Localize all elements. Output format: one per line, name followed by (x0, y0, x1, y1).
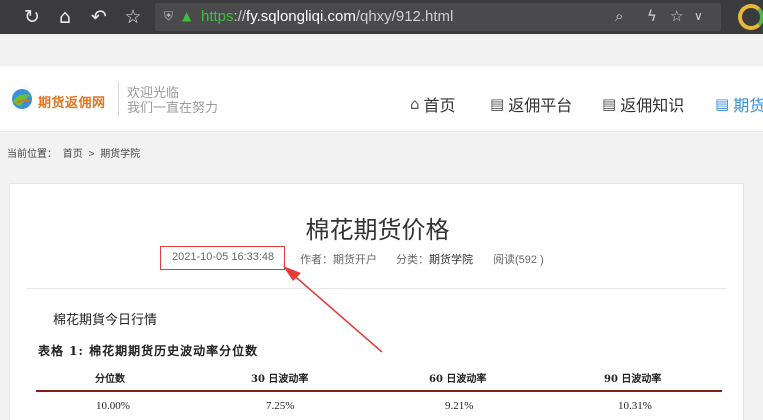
table-caption: 表格 1: 棉花期期货历史波动率分位数 (38, 344, 259, 358)
table-header-quantile: 分位数 (95, 374, 125, 385)
table-header-90d: 90 日波动率 (604, 374, 662, 385)
favorite-star-icon[interactable]: ☆ (670, 7, 683, 25)
book-icon: ▤ (602, 95, 617, 113)
book-icon: ▤ (715, 95, 730, 113)
logo-icon[interactable] (11, 88, 33, 110)
article-title: 棉花期货价格 (305, 217, 450, 244)
table-cell: 9.21% (445, 400, 474, 412)
url-separator: :// (233, 8, 247, 25)
author-label: 作者： (300, 254, 333, 266)
breadcrumb-separator: > (88, 149, 95, 160)
nav-item-futures[interactable]: ▤ 期货 (715, 92, 763, 116)
page-top-spacer (0, 34, 763, 66)
breadcrumb-home-link[interactable]: 首页 (63, 149, 83, 160)
table-cell: 10.00% (96, 400, 130, 412)
url-text[interactable]: https://fy.sqlongliqi.com/qhxy/912.html (201, 8, 453, 25)
nav-item-label: 返佣平台 (508, 98, 573, 115)
article-views: 阅读(592 ) (493, 254, 544, 266)
home-icon: ⌂ (410, 95, 420, 113)
author-value: 期货开户 (333, 254, 377, 266)
breadcrumb: 当前位置： 首页 > 期货学院 (7, 145, 143, 160)
reload-icon[interactable]: ↻ (20, 5, 44, 29)
nav-item-home[interactable]: ⌂ 首页 (410, 92, 456, 116)
slogan-line-2: 我们一直在努力 (127, 100, 219, 115)
table-header-rule (36, 390, 722, 392)
extension-icon[interactable] (738, 4, 763, 30)
lightning-icon[interactable]: ϟ (647, 7, 657, 25)
nav-item-rebate-platform[interactable]: ▤ 返佣平台 (490, 92, 572, 116)
category-link[interactable]: 期货学院 (429, 254, 473, 266)
url-protocol: https (201, 8, 234, 25)
browser-toolbar: ↻ ⌂ ↶ ☆ ⛨ ▲ https://fy.sqlongliqi.com/qh… (0, 0, 763, 34)
table-cell: 7.25% (266, 400, 295, 412)
nav-item-rebate-knowledge[interactable]: ▤ 返佣知识 (602, 92, 684, 116)
bookmark-star-icon[interactable]: ☆ (121, 5, 145, 29)
home-icon[interactable]: ⌂ (53, 5, 77, 29)
zoom-icon[interactable]: ⌕ (615, 7, 623, 25)
nav-item-label: 期货 (733, 98, 763, 115)
nav-item-label: 首页 (423, 98, 456, 115)
table-cell: 10.31% (618, 400, 652, 412)
shield-icon[interactable]: ⛨ (164, 9, 173, 24)
table-header-60d: 60 日波动率 (429, 374, 487, 385)
address-bar[interactable]: ⛨ ▲ https://fy.sqlongliqi.com/qhxy/912.h… (155, 3, 721, 31)
article-author: 作者：期货开户 (300, 251, 377, 267)
book-icon: ▤ (490, 95, 505, 113)
url-path: /qhxy/912.html (355, 8, 454, 25)
breadcrumb-current-link[interactable]: 期货学院 (100, 149, 140, 160)
table-header-30d: 30 日波动率 (251, 374, 309, 385)
category-label: 分类： (396, 254, 429, 266)
chevron-down-icon[interactable]: ∨ (694, 9, 703, 23)
breadcrumb-prefix: 当前位置： (7, 149, 57, 160)
article-category: 分类：期货学院 (396, 251, 473, 267)
logo-divider (118, 82, 119, 116)
url-host: fy.sqlongliqi.com (246, 8, 356, 25)
lock-icon[interactable]: ▲ (182, 9, 191, 23)
logo-text[interactable]: 期货返佣网 (38, 92, 106, 111)
card-divider (26, 288, 727, 289)
article-date: 2021-10-05 16:33:48 (172, 251, 275, 263)
article-card: 棉花期货价格 2021-10-05 16:33:48 作者：期货开户 分类：期货… (9, 183, 744, 420)
section-heading: 棉花期貨今日行情 (53, 312, 158, 327)
site-header: 期货返佣网 欢迎光临 我们一直在努力 ⌂ 首页 ▤ 返佣平台 ▤ 返佣知识 ▤ … (0, 66, 763, 132)
back-icon[interactable]: ↶ (87, 5, 111, 29)
nav-item-label: 返佣知识 (620, 98, 685, 115)
